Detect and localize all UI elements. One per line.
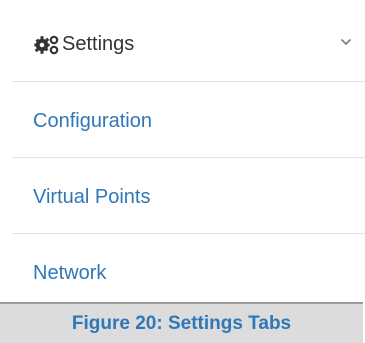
menu-item-configuration[interactable]: Configuration — [12, 82, 365, 158]
chevron-down-icon[interactable] — [340, 38, 352, 46]
menu-item-label: Configuration — [33, 110, 152, 132]
settings-menu-header[interactable]: Settings — [12, 0, 365, 82]
figure-caption-text: Figure 20: Settings Tabs — [71, 313, 292, 334]
settings-menu-title: Settings — [62, 33, 135, 55]
menu-item-label: Virtual Points — [33, 186, 151, 208]
gears-icon — [34, 35, 59, 55]
menu-item-virtual-points[interactable]: Virtual Points — [12, 158, 365, 234]
menu-item-label: Network — [33, 262, 107, 284]
figure-caption: Figure 20: Settings Tabs — [0, 302, 363, 343]
menu-item-network[interactable]: Network — [12, 234, 365, 306]
settings-menu: Settings Configuration Virtual Points Ne… — [12, 0, 365, 306]
